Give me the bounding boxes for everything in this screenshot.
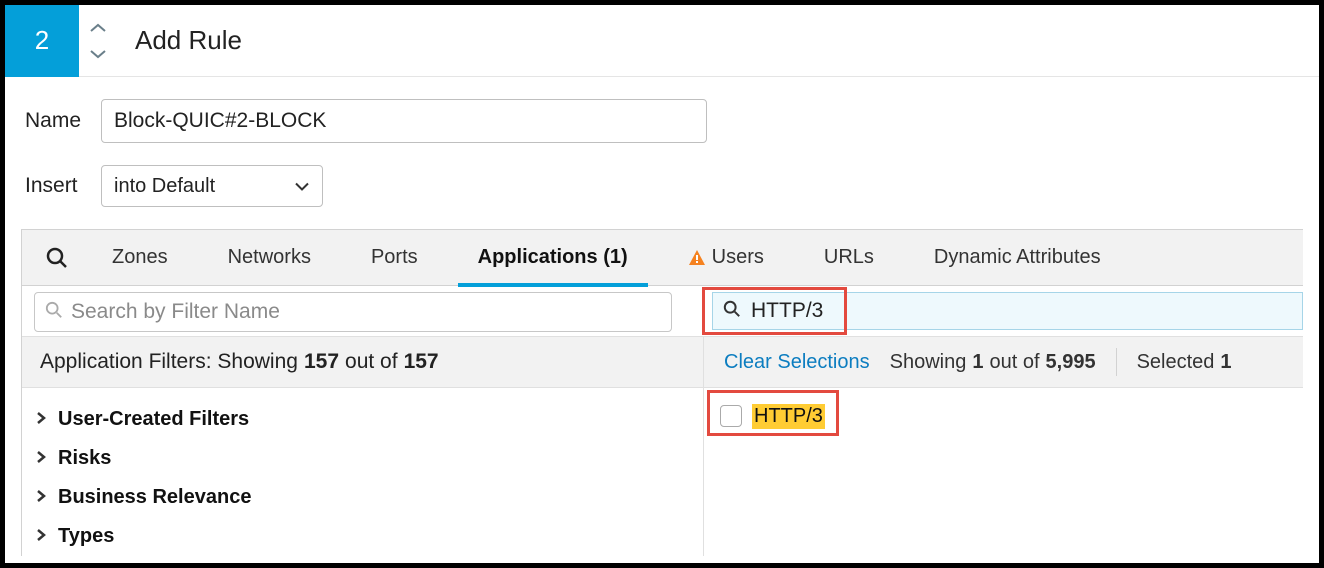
application-result-row[interactable]: HTTP/3 [718,398,1303,434]
filter-category-user-created[interactable]: User-Created Filters [30,400,703,439]
search-icon [723,300,741,323]
filter-name-search-input[interactable]: Search by Filter Name [34,292,672,332]
tab-ports[interactable]: Ports [341,230,448,286]
result-label: HTTP/3 [752,404,825,429]
rule-name-input[interactable] [101,99,707,143]
application-search-value: HTTP/3 [751,299,823,323]
rule-number-badge: 2 [5,5,79,77]
tab-zones[interactable]: Zones [82,230,198,286]
chevron-right-icon [36,408,46,431]
clear-selections-link[interactable]: Clear Selections [724,351,870,374]
showing-status: Showing 1 out of 5,995 [890,351,1096,374]
search-icon [45,301,63,324]
application-search-input[interactable]: HTTP/3 [712,292,1303,330]
move-up-button[interactable] [89,22,107,34]
tab-urls[interactable]: URLs [794,230,904,286]
page-title: Add Rule [135,25,242,56]
chevron-down-icon [294,175,310,198]
move-down-button[interactable] [89,48,107,60]
tab-applications[interactable]: Applications (1) [448,230,658,286]
chevron-right-icon [36,525,46,548]
tab-bar: Zones Networks Ports Applications (1) Us… [22,230,1303,286]
filter-category-risks[interactable]: Risks [30,439,703,478]
tab-dynamic-attributes[interactable]: Dynamic Attributes [904,230,1131,286]
result-checkbox[interactable] [720,405,742,427]
selected-status: Selected 1 [1137,351,1232,374]
tab-networks[interactable]: Networks [198,230,341,286]
divider [1116,348,1117,376]
insert-label: Insert [25,174,101,198]
filter-search-placeholder: Search by Filter Name [71,300,280,324]
chevron-right-icon [36,447,46,470]
filter-count-status: Application Filters: Showing 157 out of … [22,337,704,387]
name-label: Name [25,109,101,133]
insert-select-value: into Default [114,175,215,198]
tab-search-button[interactable] [32,247,82,269]
chevron-right-icon [36,486,46,509]
warning-icon [688,249,706,267]
insert-position-select[interactable]: into Default [101,165,323,207]
filter-category-types[interactable]: Types [30,517,703,556]
filter-category-business-relevance[interactable]: Business Relevance [30,478,703,517]
tab-users[interactable]: Users [658,230,794,286]
